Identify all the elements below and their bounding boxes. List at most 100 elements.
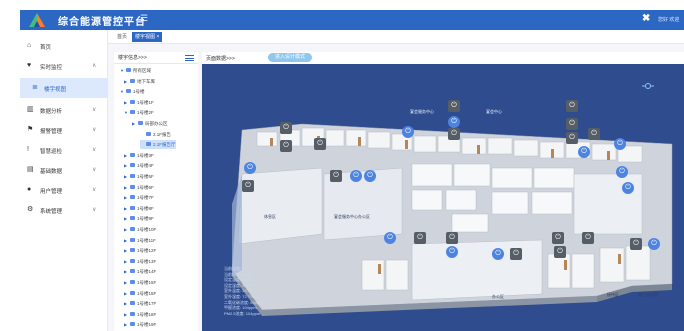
power-icon-active[interactable]: ⏻ [446,246,458,258]
tree-node[interactable]: ▶ 1号楼10F [124,225,156,234]
power-icon[interactable]: ⏻ [588,128,600,140]
tree-node[interactable]: ▼ 所有区域 [120,66,151,75]
sidebar-item-realtime-monitor[interactable]: ♥ 实时监控 ∧ [20,56,108,76]
sidebar-item-base-data[interactable]: ▤ 基础数据 ∨ [20,160,108,180]
power-icon-active[interactable]: ⏻ [614,138,626,150]
power-icon[interactable]: ⏻ [554,246,566,258]
power-icon[interactable]: ⏻ [314,138,326,150]
power-icon[interactable]: ⏻ [280,140,292,152]
power-icon[interactable]: ⏻ [566,118,578,130]
sidebar-item-data-analysis[interactable]: ▥ 数据分析 ∨ [20,100,108,120]
power-icon-active[interactable]: ⏻ [492,248,504,260]
power-icon-active[interactable]: ⏻ [622,182,634,194]
tree-node[interactable]: ▶ 1号楼19F [124,320,156,329]
tree-node[interactable]: ▶ 地下车库 [124,77,155,86]
tree-header: 楼宇信息>>> [114,52,198,64]
folder-icon [130,110,135,115]
tree-node[interactable]: ▶ 1号楼8F [124,204,154,213]
tree-node-label: 1号楼5F [137,174,154,179]
tree-node-label: 2.1F报告 [153,131,172,137]
design-mode-button[interactable]: 进入设计模式 [268,53,313,62]
folder-icon [130,152,135,157]
tree-node-label: 1号楼13F [137,258,157,264]
folder-icon [146,131,151,136]
app-logo [29,13,45,27]
sidebar-item-label: 基础数据 [40,169,63,175]
sidebar-item-alarm[interactable]: ⚑ 报警管理 ∨ [20,120,108,140]
tree-node[interactable]: ▶ 1号楼13F [124,257,156,266]
power-icon-active[interactable]: ⏻ [448,116,460,128]
power-icon-active[interactable]: ⏻ [616,166,628,178]
tree-node[interactable]: ▼ 1号楼 [120,87,145,96]
power-icon-active[interactable]: ⏻ [350,170,362,182]
tree-node[interactable]: ▶ 1号楼18F [124,310,156,319]
sidebar-item-building-view[interactable]: ≣ 楼宇视图 [20,78,108,98]
tree-node[interactable]: ▶ 1号楼15F [124,278,156,287]
power-icon[interactable]: ⏻ [414,232,426,244]
tree-node[interactable]: ▶ 1号楼12F [124,246,156,255]
tree-node[interactable]: 2.1F报告厅 [140,140,176,150]
power-icon-active[interactable]: ⏻ [364,170,376,182]
power-icon[interactable]: ⏻ [582,232,594,244]
tree-node[interactable]: ▶ 1号楼6F [124,183,154,192]
readout-line: 甲醛浓度: 104ppm [224,305,257,311]
list-icon: ≣ [32,84,38,91]
collapse-icon[interactable] [185,55,194,61]
power-icon[interactable]: ⏻ [280,122,292,134]
chevron-down-icon: ∨ [92,127,97,133]
power-icon[interactable]: ⏻ [510,248,522,260]
sidebar-item-system[interactable]: ⚙ 系统管理 ∨ [20,200,108,220]
tree-node[interactable]: ▶ 1号楼3F [124,151,154,160]
power-icon[interactable]: ⏻ [242,180,254,192]
power-icon-active[interactable]: ⏻ [244,162,256,174]
power-icon[interactable]: ⏻ [330,170,342,182]
sidebar-item-inspection[interactable]: ! 智慧巡检 ∨ [20,140,108,160]
power-icon[interactable]: ⏻ [552,232,564,244]
tree-node[interactable]: ▶ 1号楼14F [124,267,156,276]
power-icon[interactable]: ⏻ [448,128,460,140]
tree-node[interactable]: ▶ 1号楼17F [124,299,156,308]
close-icon[interactable]: ✖ [642,13,650,24]
sidebar-item-label: 用户管理 [40,189,63,195]
power-icon-active[interactable]: ⏻ [384,232,396,244]
sidebar-item-label: 楼宇视图 [44,87,67,93]
tree-node-label: 1号楼17F [137,301,157,307]
sidebar-item-label: 首页 [40,45,52,51]
power-icon[interactable]: ⏻ [446,232,458,244]
sidebar-item-users[interactable]: ● 用户管理 ∨ [20,180,108,200]
tree-node[interactable]: ▶ 1号楼7F [124,193,154,202]
tree-node[interactable]: ▶ 局部办公区 [132,119,168,128]
room-label: 接待区 [607,292,619,297]
room-label: 宴会服务中心 [410,109,434,114]
tree-node[interactable]: ▶ 1号楼1F [124,98,154,107]
tree-node[interactable]: ▶ 1号楼16F [124,289,156,298]
power-icon-active[interactable]: ⏻ [578,146,590,158]
floor-plan-view: 页面数据>>> 进入设计模式 宴会服务中心 宴会中心 休息区 宴会服务中心办公区… [202,52,684,331]
tab-home[interactable]: 首页 [114,32,130,42]
power-icon[interactable]: ⏻ [566,100,578,112]
tree-node[interactable]: ▶ 1号楼11F [124,236,156,245]
power-icon[interactable]: ⏻ [566,132,578,144]
tree-node-label: 1号楼6F [137,184,154,190]
tree-node[interactable]: ▶ 1号楼4F [124,161,154,170]
tree-node[interactable]: ▼ 1号楼2F [124,108,154,117]
folder-icon [130,311,135,316]
tab-building-view[interactable]: 楼宇视图 × [132,32,163,42]
power-icon[interactable]: ⏻ [630,238,642,250]
sidebar-item-home[interactable]: ⌂ 首页 [20,36,108,56]
compass-icon[interactable] [642,82,654,90]
power-icon-active[interactable]: ⏻ [648,238,660,250]
tree-node[interactable]: 2.1F报告 [140,130,171,139]
room-label: 宴会中心 [486,109,502,114]
user-greeting[interactable]: 您好 欢迎 [658,16,679,23]
chevron-up-icon: ∧ [92,63,97,69]
settings-icon: ⚙ [27,206,34,213]
power-icon[interactable]: ⏻ [448,100,460,112]
hamburger-icon[interactable]: ☰ [140,13,148,24]
tree-node[interactable]: ▶ 1号楼9F [124,214,154,223]
sidebar-item-label: 系统管理 [40,209,63,215]
tree-title: 楼宇信息>>> [118,55,147,61]
tree-node[interactable]: ▶ 1号楼5F [124,172,154,181]
chart-icon: ▥ [27,106,34,113]
power-icon-active[interactable]: ⏻ [402,126,414,138]
